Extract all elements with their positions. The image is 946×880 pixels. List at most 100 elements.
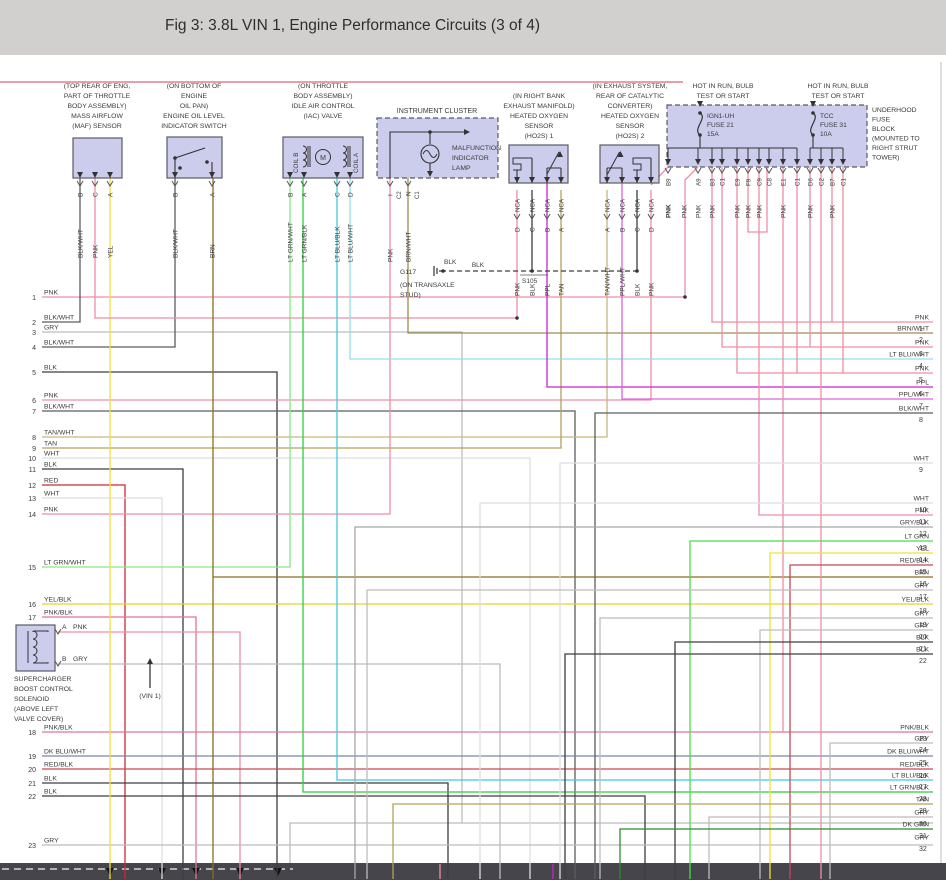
wiring-diagram: 1PNK2BLK/WHT3GRY4BLK/WHT5BLK6PNK7BLK/WHT… <box>0 0 946 880</box>
svg-text:BOOST CONTROL: BOOST CONTROL <box>14 686 73 693</box>
svg-text:PNK: PNK <box>830 204 837 218</box>
svg-text:BLK: BLK <box>635 283 642 296</box>
svg-text:5: 5 <box>32 370 36 377</box>
svg-text:PART OF THROTTLE: PART OF THROTTLE <box>64 93 131 100</box>
svg-text:IDLE AIR CONTROL: IDLE AIR CONTROL <box>291 103 354 110</box>
svg-text:C1: C1 <box>720 178 727 186</box>
svg-text:ENGINE: ENGINE <box>181 93 208 100</box>
svg-text:A: A <box>302 192 309 197</box>
svg-text:PNK: PNK <box>915 340 929 347</box>
svg-text:C: C <box>635 227 642 232</box>
svg-text:FUSE: FUSE <box>872 117 891 124</box>
svg-text:GRY: GRY <box>914 611 929 618</box>
svg-text:BLK/WHT: BLK/WHT <box>78 229 85 258</box>
svg-text:UNDERHOOD: UNDERHOOD <box>872 107 917 114</box>
svg-text:6: 6 <box>32 398 36 405</box>
svg-text:15: 15 <box>28 565 36 572</box>
svg-text:FUSE 21: FUSE 21 <box>707 122 734 129</box>
svg-text:BLK: BLK <box>44 789 57 796</box>
svg-text:B3: B3 <box>710 178 717 186</box>
svg-text:LT BLU/WHT: LT BLU/WHT <box>889 352 929 359</box>
svg-text:WHT: WHT <box>44 451 59 458</box>
svg-text:14: 14 <box>28 512 36 519</box>
svg-text:MASS AIRFLOW: MASS AIRFLOW <box>71 113 123 120</box>
svg-text:C1: C1 <box>795 178 802 186</box>
svg-text:BLK/WHT: BLK/WHT <box>44 340 74 347</box>
svg-text:D: D <box>515 227 522 232</box>
svg-text:GRY: GRY <box>914 623 929 630</box>
svg-text:B9: B9 <box>666 178 673 186</box>
svg-text:INSTRUMENT CLUSTER: INSTRUMENT CLUSTER <box>397 108 477 115</box>
svg-text:22: 22 <box>919 658 927 665</box>
svg-text:A: A <box>62 624 67 631</box>
svg-text:C8: C8 <box>767 178 774 186</box>
svg-text:RIGHT STRUT: RIGHT STRUT <box>872 145 918 152</box>
svg-text:11: 11 <box>29 467 36 474</box>
svg-text:15A: 15A <box>707 131 719 138</box>
svg-text:7: 7 <box>32 409 36 416</box>
svg-text:C2: C2 <box>397 191 403 199</box>
svg-text:(MAF) SENSOR: (MAF) SENSOR <box>72 123 122 130</box>
svg-text:19: 19 <box>28 754 36 761</box>
svg-text:CONVERTER): CONVERTER) <box>608 103 653 110</box>
svg-text:16: 16 <box>28 602 36 609</box>
svg-text:1: 1 <box>32 295 36 302</box>
svg-text:BRN/WHT: BRN/WHT <box>897 326 929 333</box>
svg-text:BLK: BLK <box>44 462 57 469</box>
svg-text:B: B <box>545 228 552 232</box>
svg-text:WHT: WHT <box>914 456 929 463</box>
svg-text:C9: C9 <box>757 178 764 186</box>
svg-text:3: 3 <box>32 330 36 337</box>
svg-text:GRY: GRY <box>44 838 59 845</box>
svg-text:PNK: PNK <box>388 248 395 262</box>
svg-text:20: 20 <box>28 767 36 774</box>
svg-text:32: 32 <box>919 846 927 853</box>
svg-text:GRY: GRY <box>914 736 929 743</box>
svg-text:C: C <box>93 192 100 197</box>
svg-text:TAN: TAN <box>44 441 57 448</box>
svg-text:C2: C2 <box>819 178 826 186</box>
svg-text:10A: 10A <box>820 131 832 138</box>
svg-text:PNK: PNK <box>781 204 788 218</box>
svg-text:BLK: BLK <box>44 776 57 783</box>
svg-text:PNK: PNK <box>746 204 753 218</box>
svg-text:DK GRN: DK GRN <box>903 822 930 829</box>
svg-text:(IN EXHAUST SYSTEM,: (IN EXHAUST SYSTEM, <box>593 83 668 90</box>
svg-text:PNK: PNK <box>915 315 929 322</box>
svg-text:PNK/BLK: PNK/BLK <box>44 610 73 617</box>
svg-text:HOT IN RUN, BULB: HOT IN RUN, BULB <box>807 83 869 90</box>
svg-text:NCA: NCA <box>620 198 627 212</box>
svg-text:(ON THROTTLE: (ON THROTTLE <box>298 83 349 90</box>
svg-text:4: 4 <box>32 345 36 352</box>
svg-text:LT GRN/BLK: LT GRN/BLK <box>302 224 309 262</box>
svg-text:PNK: PNK <box>73 624 87 631</box>
svg-text:D: D <box>348 192 355 197</box>
svg-text:F9: F9 <box>746 178 753 186</box>
svg-text:C1: C1 <box>415 191 421 199</box>
svg-text:PPL: PPL <box>916 380 929 387</box>
svg-text:HEATED OXYGEN: HEATED OXYGEN <box>510 113 568 120</box>
svg-text:YEL/BLK: YEL/BLK <box>901 597 929 604</box>
svg-text:PNK: PNK <box>44 393 58 400</box>
svg-text:TAN/WHT: TAN/WHT <box>44 430 74 437</box>
svg-text:BLK/WHT: BLK/WHT <box>44 404 74 411</box>
svg-text:IGN1-UH: IGN1-UH <box>707 113 734 120</box>
svg-text:PNK: PNK <box>515 282 522 296</box>
svg-text:WHT: WHT <box>914 496 929 503</box>
svg-text:NCA: NCA <box>530 198 537 212</box>
svg-text:D: D <box>649 227 656 232</box>
svg-text:LAMP: LAMP <box>452 165 471 172</box>
svg-text:OIL PAN): OIL PAN) <box>180 103 208 110</box>
svg-text:(TOP REAR OF ENG,: (TOP REAR OF ENG, <box>64 83 131 90</box>
svg-text:GRY: GRY <box>914 583 929 590</box>
svg-text:NCA: NCA <box>635 198 642 212</box>
svg-text:HOT IN RUN, BULB: HOT IN RUN, BULB <box>692 83 754 90</box>
svg-text:B: B <box>78 193 85 197</box>
svg-text:NCA: NCA <box>605 198 612 212</box>
svg-text:(HO2S) 2: (HO2S) 2 <box>616 133 645 140</box>
svg-text:BLK/WHT: BLK/WHT <box>44 315 74 322</box>
svg-text:PNK: PNK <box>915 366 929 373</box>
svg-text:VALVE COVER): VALVE COVER) <box>14 716 63 723</box>
svg-text:LT GRN: LT GRN <box>905 534 929 541</box>
svg-text:PNK: PNK <box>735 204 742 218</box>
